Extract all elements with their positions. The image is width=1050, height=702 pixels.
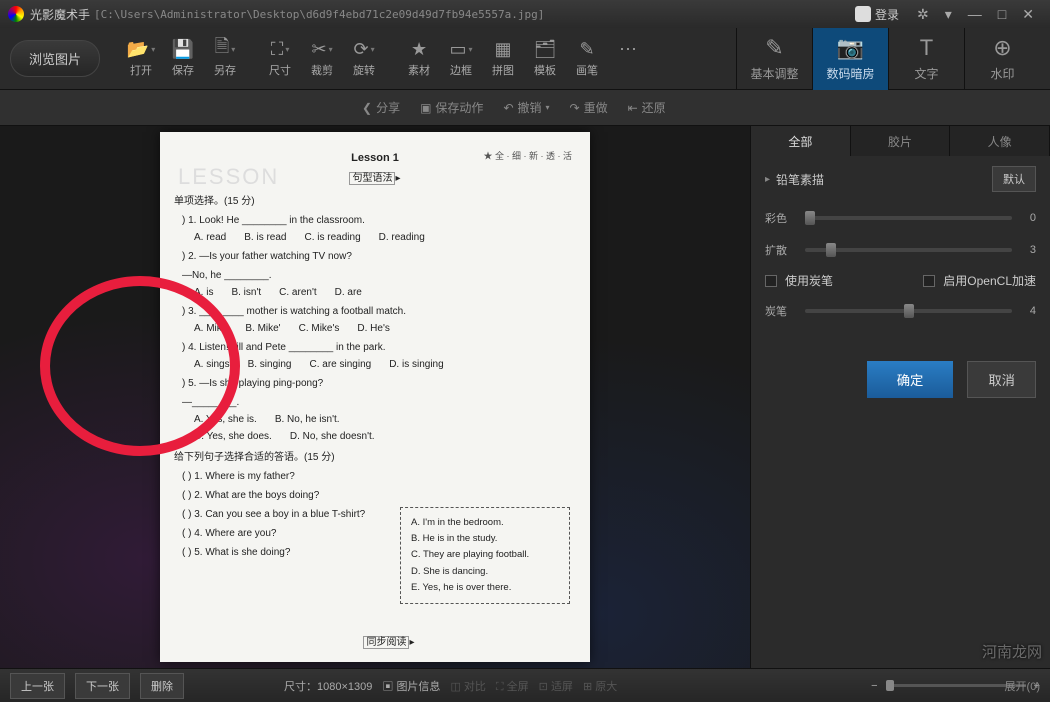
tb-template[interactable]: 🗂模板 [524,39,566,78]
tb-puzzle[interactable]: ▦拼图 [482,39,524,78]
tb-size[interactable]: ⛶尺寸 [259,39,301,78]
text-icon: T [920,35,933,61]
app-logo-icon [8,6,24,22]
ok-button[interactable]: 确定 [867,361,954,398]
undo-icon: ↶ [503,101,513,115]
main-toolbar: 浏览图片 📂打开 💾保存 🗎另存 ⛶尺寸 ✂裁剪 ⟳旋转 ★素材 ▭边框 ▦拼图… [0,28,1050,90]
avatar-icon [855,6,871,22]
workspace: LESSON ★ 全 · 细 · 新 · 透 · 活 Lesson 1 句型语法… [0,126,1050,668]
size-label: 尺寸：1080×1309 [284,678,372,694]
tab-all[interactable]: 全部 [751,126,851,156]
material-icon: ★ [409,39,429,59]
tab-portrait[interactable]: 人像 [950,126,1050,156]
fit-button[interactable]: ⊡ 适屏 [539,678,573,694]
filter-tabs: 全部 胶片 人像 [751,126,1050,156]
share-icon: ❮ [362,101,372,115]
rotate-icon: ⟳ [354,39,374,59]
delete-button[interactable]: 删除 [140,673,184,699]
dropdown-icon[interactable]: ▾ [937,2,960,27]
default-button[interactable]: 默认 [992,166,1036,192]
tab-watermark[interactable]: ⊕水印 [964,28,1040,90]
source-watermark: 河南龙网 [982,641,1042,662]
restore-button[interactable]: ⇤还原 [628,99,666,116]
compare-button[interactable]: ◫ 对比 [450,678,485,694]
share-button[interactable]: ❮分享 [362,99,400,116]
login-button[interactable]: 登录 [845,6,909,23]
diffuse-slider[interactable] [805,248,1012,252]
open-icon: 📂 [131,39,151,59]
bottom-bar: 上一张 下一张 删除 尺寸：1080×1309 ▣ 图片信息 ◫ 对比 ⛶ 全屏… [0,668,1050,702]
section-header[interactable]: ▸ 铅笔素描 默认 [751,156,1050,202]
prev-button[interactable]: 上一张 [10,673,65,699]
cancel-button[interactable]: 取消 [967,361,1036,398]
decor-group: ★素材 ▭边框 ▦拼图 🗂模板 ✎画笔 ⋯ [398,39,648,78]
checkbox-row: 使用炭笔 启用OpenCL加速 [751,266,1050,295]
fullscreen-button[interactable]: ⛶ 全屏 [496,678,529,694]
expand-icon: ▸ [765,174,770,185]
save-icon: 💾 [173,39,193,59]
next-button[interactable]: 下一张 [75,673,130,699]
slider-charcoal: 炭笔 4 [751,295,1050,327]
side-panel: 全部 胶片 人像 ▸ 铅笔素描 默认 彩色 0 扩散 3 使用炭笔 启用Open… [750,126,1050,668]
tb-save[interactable]: 💾保存 [162,39,204,78]
more-icon: ⋯ [618,39,638,59]
tb-material[interactable]: ★素材 [398,39,440,78]
edit-group: ⛶尺寸 ✂裁剪 ⟳旋转 [259,39,385,78]
close-button[interactable]: ✕ [1014,2,1042,27]
saveas-icon: 🗎 [215,39,235,59]
redo-button[interactable]: ↷重做 [570,99,608,116]
restore-icon: ⇤ [628,101,638,115]
action-bar: ❮分享 ▣保存动作 ↶撤销▾ ↷重做 ⇤还原 [0,90,1050,126]
charcoal-slider[interactable] [805,309,1012,313]
tab-text[interactable]: T文字 [888,28,964,90]
settings-icon[interactable]: ✲ [909,2,937,27]
dialog-buttons: 确定 取消 [751,347,1050,412]
tab-darkroom[interactable]: 📷数码暗房 [812,28,888,90]
title-bar: 光影魔术手 [C:\Users\Administrator\Desktop\d6… [0,0,1050,28]
canvas-area[interactable]: LESSON ★ 全 · 细 · 新 · 透 · 活 Lesson 1 句型语法… [0,126,750,668]
brush-icon: ✎ [577,39,597,59]
watermark-icon: ⊕ [993,35,1011,61]
tb-crop[interactable]: ✂裁剪 [301,39,343,78]
orig-button[interactable]: ⊞ 原大 [583,678,617,694]
zoom-out-icon[interactable]: − [871,680,877,692]
undo-button[interactable]: ↶撤销▾ [503,99,549,116]
size-icon: ⛶ [270,39,290,59]
charcoal-checkbox[interactable] [765,275,777,287]
file-path: [C:\Users\Administrator\Desktop\d6d9f4eb… [94,8,544,21]
tb-saveas[interactable]: 🗎另存 [204,39,246,78]
tab-film[interactable]: 胶片 [851,126,951,156]
slider-diffuse: 扩散 3 [751,234,1050,266]
tab-basic[interactable]: ✎基本调整 [736,28,812,90]
tb-brush[interactable]: ✎画笔 [566,39,608,78]
tb-open[interactable]: 📂打开 [120,39,162,78]
redo-icon: ↷ [570,101,580,115]
saveact-icon: ▣ [420,101,431,115]
maximize-button[interactable]: □ [990,2,1014,26]
tb-border[interactable]: ▭边框 [440,39,482,78]
color-slider[interactable] [805,216,1012,220]
info-button[interactable]: ▣ 图片信息 [382,678,440,694]
slider-color: 彩色 0 [751,202,1050,234]
right-tabs: ✎基本调整 📷数码暗房 T文字 ⊕水印 [736,28,1040,90]
border-icon: ▭ [451,39,471,59]
template-icon: 🗂 [535,39,555,59]
opencl-checkbox[interactable] [923,275,935,287]
darkroom-icon: 📷 [837,35,864,61]
file-group: 📂打开 💾保存 🗎另存 [120,39,246,78]
save-action-button[interactable]: ▣保存动作 [420,99,483,116]
browse-button[interactable]: 浏览图片 [10,40,100,77]
app-title: 光影魔术手 [30,6,90,23]
tb-rotate[interactable]: ⟳旋转 [343,39,385,78]
tb-more[interactable]: ⋯ [608,39,648,78]
minimize-button[interactable]: — [960,2,990,26]
puzzle-icon: ▦ [493,39,513,59]
document-image: LESSON ★ 全 · 细 · 新 · 透 · 活 Lesson 1 句型语法… [160,132,590,662]
expand-button[interactable]: 展开(0) [1005,678,1040,694]
crop-icon: ✂ [312,39,332,59]
basic-icon: ✎ [765,35,783,61]
